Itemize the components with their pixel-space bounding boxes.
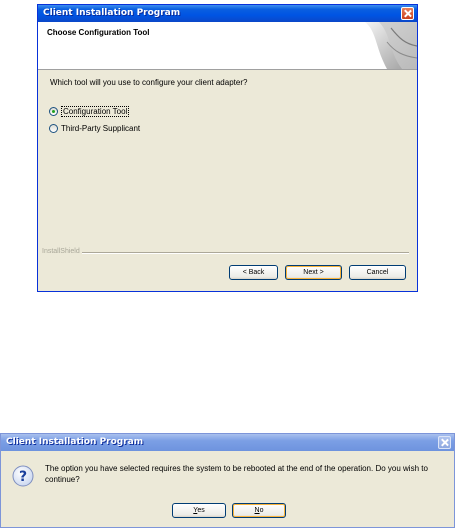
next-button[interactable]: Next > <box>285 265 342 280</box>
dialog-message: The option you have selected requires th… <box>45 464 428 484</box>
close-icon[interactable] <box>401 7 414 20</box>
back-button-label: < Back <box>242 269 265 276</box>
footer-separator <box>82 252 409 254</box>
radio-button-selected[interactable] <box>49 106 58 116</box>
header-panel: Choose Configuration Tool <box>38 22 417 70</box>
next-button-label: Next > <box>303 269 324 276</box>
radio-button[interactable] <box>49 123 58 133</box>
installer-window: Client Installation Program Choose Confi… <box>37 4 418 292</box>
cancel-button-label: Cancel <box>366 269 389 276</box>
close-icon[interactable] <box>438 436 451 449</box>
installshield-brand: InstallShield <box>42 248 80 255</box>
svg-text:?: ? <box>19 469 27 485</box>
yes-button[interactable]: Yes <box>172 503 226 518</box>
window-title: Client Installation Program <box>43 8 181 18</box>
dialog-title: Client Installation Program <box>6 437 144 447</box>
option-label[interactable]: Configuration Tool <box>61 105 130 117</box>
dialog-title-bar[interactable]: Client Installation Program <box>1 434 454 451</box>
back-button[interactable]: < Back <box>229 265 278 280</box>
option-configuration-tool[interactable]: Configuration Tool <box>49 105 130 117</box>
no-button[interactable]: No <box>232 503 286 518</box>
yes-button-label: Yes <box>193 507 205 514</box>
cancel-button[interactable]: Cancel <box>349 265 406 280</box>
title-bar[interactable]: Client Installation Program <box>38 5 417 22</box>
option-third-party-supplicant[interactable]: Third-Party Supplicant <box>49 122 140 134</box>
question-icon: ? <box>12 465 34 487</box>
option-label[interactable]: Third-Party Supplicant <box>61 124 140 133</box>
header-graphic-icon <box>365 22 417 69</box>
page-title: Choose Configuration Tool <box>47 28 150 37</box>
confirmation-dialog: Client Installation Program ? The option… <box>0 433 455 528</box>
no-button-label: No <box>254 507 264 514</box>
question-text: Which tool will you use to configure you… <box>50 78 248 87</box>
